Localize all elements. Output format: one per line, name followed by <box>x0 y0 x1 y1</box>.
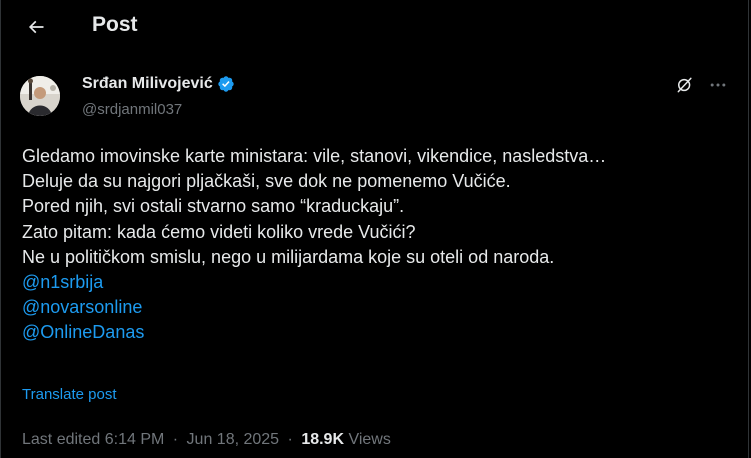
avatar[interactable] <box>20 76 60 116</box>
arrow-left-icon <box>28 20 44 34</box>
back-button[interactable] <box>19 10 53 44</box>
grok-icon <box>677 77 692 93</box>
page-header: Post <box>1 0 748 52</box>
mention-link-onlinedanas[interactable]: @OnlineDanas <box>22 320 737 344</box>
post-date[interactable]: Jun 18, 2025 <box>187 431 280 448</box>
author-name[interactable]: Srđan Milivojević <box>82 74 235 94</box>
author-handle[interactable]: @srdjanmil037 <box>82 100 182 120</box>
post-page: Post Srđan Milivojević @srdjanmil037 Gle… <box>0 0 749 458</box>
tweet-line: Zato pitam: kada ćemo videti koliko vred… <box>22 221 416 242</box>
page-title: Post <box>92 13 138 36</box>
author-name-text: Srđan Milivojević <box>82 75 213 92</box>
translate-post-link[interactable]: Translate post <box>22 385 117 405</box>
grok-button[interactable] <box>674 74 696 96</box>
post-meta: Last edited 6:14 PM · Jun 18, 2025 · 18.… <box>22 429 391 451</box>
tweet-line: Gledamo imovinske karte ministara: vile,… <box>22 146 607 166</box>
views-count[interactable]: 18.9K <box>301 431 344 448</box>
author-row: Srđan Milivojević @srdjanmil037 <box>1 68 748 124</box>
meta-separator: · <box>172 431 179 448</box>
meta-separator: · <box>287 431 293 448</box>
tweet-line: Deluje da su najgori pljačkaši, sve dok … <box>22 171 511 192</box>
edited-timestamp[interactable]: Last edited 6:14 PM <box>22 431 164 448</box>
mention-link-novarsonline[interactable]: @novarsonline <box>22 295 737 319</box>
views-label: Views <box>348 431 391 448</box>
more-options-icon <box>710 83 726 87</box>
more-options-button[interactable] <box>706 74 730 96</box>
tweet-line: Pored njih, svi ostali stvarno samo “kra… <box>22 196 405 217</box>
avatar-image <box>20 76 60 116</box>
verified-badge-icon <box>218 76 234 92</box>
tweet-text: Gledamo imovinske karte ministara: vile,… <box>22 144 737 346</box>
mention-link-n1srbija[interactable]: @n1srbija <box>22 270 737 294</box>
tweet-line: Ne u političkom smislu, nego u milijarda… <box>22 246 555 267</box>
